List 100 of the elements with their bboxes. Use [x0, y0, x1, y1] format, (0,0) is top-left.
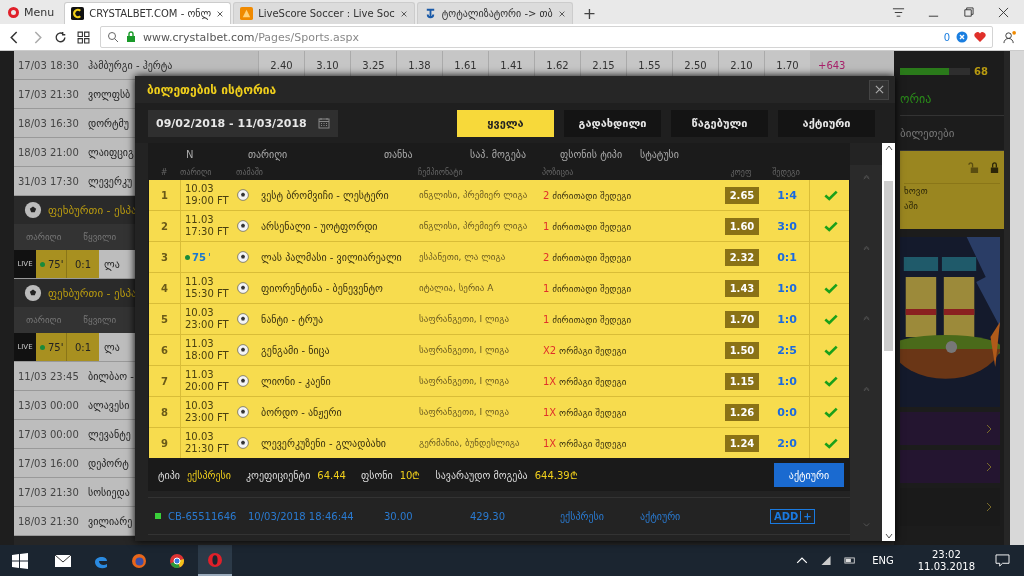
- chevron-right-icon[interactable]: [986, 502, 992, 512]
- chevron-right-icon[interactable]: [986, 423, 992, 434]
- filter-tab[interactable]: აქტიური: [778, 109, 875, 137]
- match-name[interactable]: ვოლფსბ: [88, 88, 131, 100]
- check-icon: [823, 313, 838, 325]
- ball-icon: [237, 437, 249, 449]
- column-header: თარიღი: [180, 167, 213, 177]
- browser-tab[interactable]: CRYSTALBET.COM - ონლ: [64, 2, 232, 24]
- restore-icon[interactable]: [962, 7, 975, 18]
- heart-icon[interactable]: [974, 31, 986, 43]
- date-range-field[interactable]: 09/02/2018 - 11/03/2018: [148, 109, 338, 137]
- close-icon[interactable]: [874, 85, 884, 94]
- address-field[interactable]: www.crystalbet.com/Pages/Sports.aspx 0: [100, 26, 993, 48]
- browser-tab[interactable]: LiveScore Soccer : Live Soc: [233, 2, 415, 24]
- odds-value[interactable]: 1.38: [396, 51, 442, 79]
- lock-icon[interactable]: [989, 161, 1000, 173]
- row-number: 4: [149, 273, 181, 303]
- match-name[interactable]: ლაიფციგ: [88, 146, 134, 158]
- match-date: 17/03 18:30: [17, 59, 80, 71]
- taskbar-app[interactable]: [198, 545, 232, 576]
- match-name[interactable]: ვილიარე: [88, 515, 133, 527]
- odds-value[interactable]: 3.10: [304, 51, 350, 79]
- column-header: თამაში: [236, 167, 264, 177]
- network-icon[interactable]: [820, 555, 833, 566]
- close-tab-icon[interactable]: [399, 9, 408, 18]
- league-name: გერმანია, ბუნდესლიგა: [419, 438, 521, 448]
- match-name[interactable]: ალავესი: [88, 399, 130, 411]
- chevron-right-icon[interactable]: [986, 461, 992, 472]
- check-icon: [823, 406, 838, 418]
- page-scrollbar[interactable]: [1010, 51, 1024, 545]
- close-tab-icon[interactable]: [557, 9, 566, 18]
- notifications-icon[interactable]: [995, 554, 1010, 567]
- odds-badge: 1.70: [724, 310, 760, 328]
- ball-icon: [237, 251, 249, 263]
- match-time: 10.03 21:30 FT: [184, 431, 230, 455]
- odds-value[interactable]: 1.55: [626, 51, 672, 79]
- close-tab-icon[interactable]: [216, 9, 225, 18]
- match-name[interactable]: ბილბაო -: [88, 370, 134, 382]
- scrollbar[interactable]: [882, 143, 895, 541]
- filter-tab[interactable]: წაგებული: [671, 109, 768, 137]
- odds-value[interactable]: 1.62: [534, 51, 580, 79]
- odds-value[interactable]: 2.15: [580, 51, 626, 79]
- menu-button[interactable]: Menu: [4, 0, 63, 24]
- match-name[interactable]: სოსიედა: [88, 486, 130, 498]
- new-tab-button[interactable]: +: [574, 2, 605, 24]
- match-time: 11.03 17:30 FT: [184, 214, 230, 238]
- match-name[interactable]: ლევანტე: [88, 428, 131, 440]
- chevron-up-icon[interactable]: [796, 555, 809, 566]
- match-score: 1:0: [776, 312, 798, 326]
- filter-tab[interactable]: გადახდილი: [564, 109, 661, 137]
- match-score: 1:4: [776, 188, 798, 202]
- battery-icon[interactable]: [844, 555, 857, 566]
- odds-value[interactable]: 1.61: [442, 51, 488, 79]
- filter-tab[interactable]: ყველა: [457, 109, 554, 137]
- language-indicator[interactable]: ENG: [872, 555, 894, 566]
- odds-value[interactable]: 2.40: [258, 51, 304, 79]
- match-score: 1:0: [776, 281, 798, 295]
- clock[interactable]: 23:02 11.03.2018: [917, 548, 975, 573]
- browser-tab[interactable]: ტოტალიზატორი -> თბ: [416, 2, 573, 24]
- close-icon[interactable]: [997, 7, 1010, 18]
- match-name[interactable]: ლევერკუ: [88, 175, 133, 187]
- match-score: 2:5: [776, 343, 798, 357]
- scroll-down-icon[interactable]: [884, 533, 893, 539]
- ticket-id[interactable]: CB-65511646: [168, 510, 248, 522]
- live-minute: 75': [36, 250, 66, 278]
- check-icon: [823, 344, 838, 356]
- odds-badge: 1.24: [724, 434, 760, 452]
- match-name[interactable]: დორტმუ: [88, 117, 129, 129]
- odds-value[interactable]: 2.10: [718, 51, 764, 79]
- match-name[interactable]: ჰამბურგი - ჰერტა: [88, 59, 258, 71]
- account-icon[interactable]: [1003, 30, 1016, 44]
- odds-value[interactable]: 1.41: [488, 51, 534, 79]
- close-button[interactable]: [869, 79, 889, 100]
- match-date: 17/03 00:00: [18, 428, 80, 440]
- match-name: ფიორენტინა - ბენევენტო: [260, 282, 384, 294]
- scroll-up-icon[interactable]: [884, 145, 893, 151]
- match-score: 0:0: [776, 405, 798, 419]
- calendar-icon[interactable]: [318, 117, 330, 129]
- speed-dial-icon[interactable]: [77, 30, 90, 44]
- column-header: თარიღი: [248, 148, 289, 160]
- odds-value[interactable]: 2.50: [672, 51, 718, 79]
- more-odds-count[interactable]: +643: [810, 59, 846, 71]
- match-name[interactable]: ლა: [99, 250, 120, 278]
- check-icon: [823, 282, 838, 294]
- row-number: 5: [149, 304, 181, 334]
- match-name: ნანტი - ტრუა: [260, 313, 325, 325]
- league-name: საფრანგეთი, I ლიგა: [419, 407, 511, 417]
- reload-icon[interactable]: [54, 30, 67, 44]
- league-name: ინგლისი, პრემიერ ლიგა: [419, 221, 529, 231]
- match-name[interactable]: დეპორტ: [88, 457, 129, 469]
- add-button[interactable]: ADD +: [770, 508, 815, 524]
- windows-start-icon[interactable]: [12, 552, 28, 569]
- odds-value[interactable]: 1.70: [764, 51, 810, 79]
- match-name[interactable]: ლა: [99, 333, 120, 361]
- adblock-icon[interactable]: [956, 31, 968, 43]
- tab-menu-icon[interactable]: [892, 7, 905, 18]
- status-button[interactable]: აქტიური: [774, 463, 844, 487]
- live-minute: 75': [36, 333, 66, 361]
- match-date: 17/03 21:30: [18, 88, 80, 100]
- odds-value[interactable]: 3.25: [350, 51, 396, 79]
